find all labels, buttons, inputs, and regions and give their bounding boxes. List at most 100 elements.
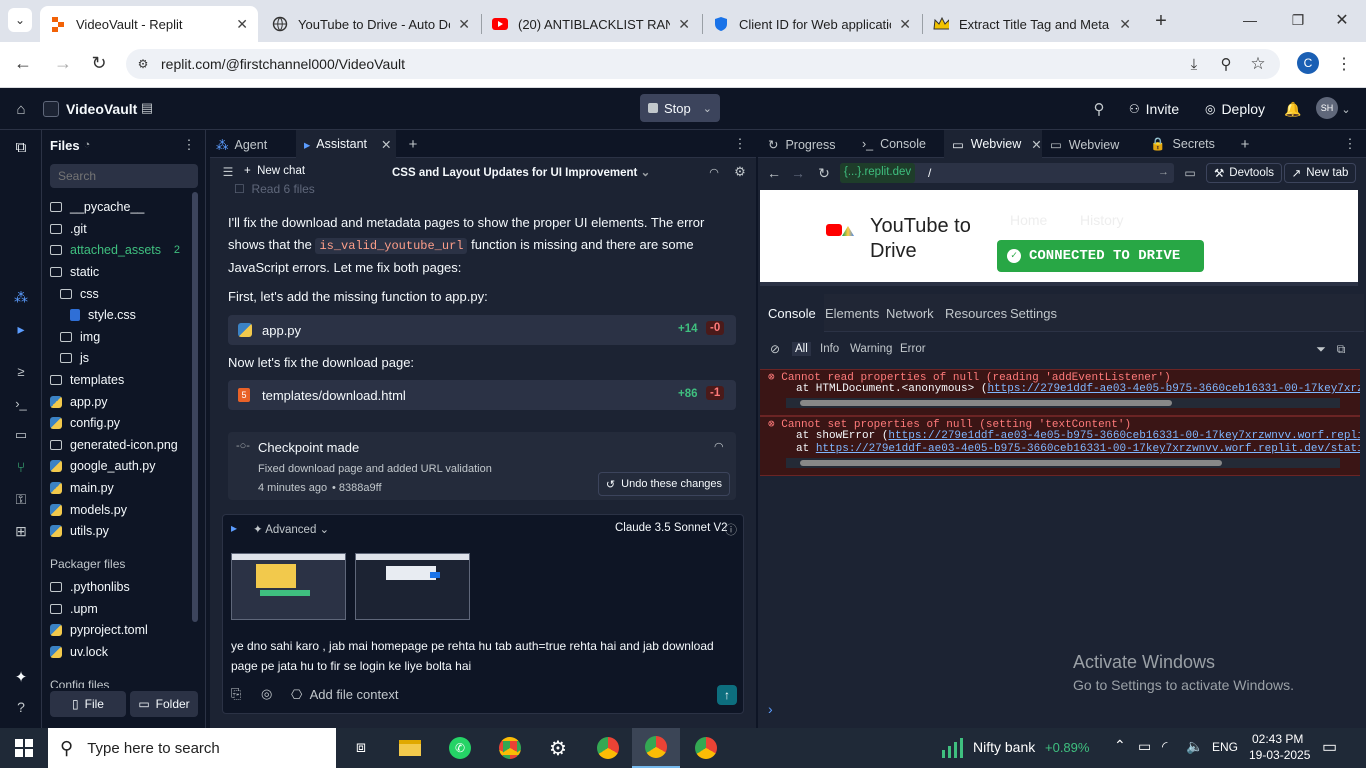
speed-icon[interactable]: ◠ <box>706 164 722 180</box>
close-tab-icon[interactable]: ✕ <box>899 16 911 33</box>
advanced-toggle[interactable]: ✦ Advanced ⌄ <box>253 522 329 536</box>
send-button[interactable]: ↑ <box>717 685 737 705</box>
clock-date[interactable]: 19-03-2025 <box>1249 748 1310 762</box>
pane-menu-icon[interactable]: ⋮ <box>732 135 748 153</box>
filter-error[interactable]: Error <box>900 343 926 355</box>
home-icon[interactable]: ⌂ <box>10 98 32 120</box>
notifications-icon[interactable]: ▭ <box>1322 737 1337 757</box>
install-app-icon[interactable]: ⤓ <box>1182 52 1206 76</box>
devtools-tab-network[interactable]: Network <box>886 294 934 332</box>
tab-console[interactable]: ›_ Console <box>862 137 926 151</box>
assistant-tool-icon[interactable]: ▸ <box>10 318 32 340</box>
file-tree-item[interactable]: app.py <box>50 392 108 412</box>
new-file-button[interactable]: ▯ File <box>50 691 126 717</box>
read-files-row[interactable]: ☐ Read 6 files <box>234 182 315 194</box>
zoom-icon[interactable]: ⚲ <box>1214 52 1238 76</box>
close-tab-icon[interactable]: ✕ <box>678 16 690 33</box>
new-chat-button[interactable]: + New chat <box>244 165 305 177</box>
chrome-profile-icon[interactable] <box>682 728 730 768</box>
bookmark-star-icon[interactable]: ☆ <box>1246 52 1270 76</box>
git-tool-icon[interactable]: ⑂ <box>10 456 32 478</box>
info-icon[interactable]: ⓘ <box>725 521 737 538</box>
user-avatar[interactable]: SH <box>1316 97 1338 119</box>
tab-progress[interactable]: ↻ Progress <box>768 137 835 152</box>
history-icon[interactable]: ◔ <box>80 138 94 152</box>
tab-agent[interactable]: ⁂ Agent <box>216 137 267 153</box>
browser-tab-youtube-drive[interactable]: YouTube to Drive - Auto Dow ✕ <box>262 6 480 42</box>
filter-all[interactable]: All <box>792 342 811 356</box>
tab-webview-active[interactable]: ▭ Webview ✕ <box>944 130 1042 158</box>
browser-tab-youtube[interactable]: (20) ANTIBLACKLIST RANK W ✕ <box>482 6 700 42</box>
chat-title[interactable]: CSS and Layout Updates for UI Improvemen… <box>392 165 650 179</box>
settings-gear-icon[interactable]: ⚙ <box>534 728 582 768</box>
undo-changes-button[interactable]: ↺ Undo these changes <box>598 472 730 496</box>
settings-gear-icon[interactable]: ⚙ <box>732 163 748 181</box>
console-tool-icon[interactable]: ≥ <box>10 360 32 382</box>
forward-icon[interactable]: → <box>790 163 806 183</box>
minimize-icon[interactable]: — <box>1230 6 1270 34</box>
help-icon[interactable]: ? <box>10 696 32 718</box>
filter-info[interactable]: Info <box>820 343 839 355</box>
network-icon[interactable]: ◜ <box>1162 738 1167 755</box>
deploy-button[interactable]: ◎ Deploy <box>1198 95 1272 123</box>
add-tab-icon[interactable]: + <box>1236 135 1254 153</box>
file-tree-item[interactable]: google_auth.py <box>50 456 156 476</box>
filter-warning[interactable]: Warning <box>850 343 892 355</box>
file-tree-item[interactable]: js <box>60 348 89 368</box>
filter-funnel-icon[interactable]: ⏷ <box>1314 341 1328 357</box>
chrome-profile-icon[interactable] <box>486 728 534 768</box>
new-tab-icon[interactable]: + <box>1148 8 1174 34</box>
model-selector[interactable]: Claude 3.5 Sonnet V2 <box>615 522 728 534</box>
copy-icon[interactable]: ⧉ <box>1334 341 1348 357</box>
chat-input[interactable]: ye dno sahi karo , jab mai homepage pe r… <box>231 636 731 676</box>
devtools-tab-console[interactable]: Console <box>760 294 824 332</box>
file-tree-item[interactable]: .upm <box>50 599 98 619</box>
taskbar-search[interactable]: ⚲ Type here to search <box>48 728 336 768</box>
tab-webview[interactable]: ▭ Webview <box>1050 137 1119 152</box>
tab-secrets[interactable]: 🔒 Secrets <box>1150 137 1215 152</box>
files-menu-icon[interactable]: ⋮ <box>182 136 196 154</box>
address-bar[interactable]: ⚙ replit.com/@firstchannel000/VideoVault <box>126 49 1280 79</box>
devtools-tab-elements[interactable]: Elements <box>825 294 879 332</box>
chrome-menu-icon[interactable]: ⋮ <box>1334 52 1354 76</box>
tab-assistant[interactable]: ▸ Assistant ✕ <box>296 130 396 158</box>
forward-icon[interactable]: → <box>50 50 76 76</box>
search-icon[interactable]: ⚲ <box>1088 98 1110 120</box>
go-arrow-icon[interactable]: → <box>1158 166 1169 178</box>
devtools-tab-settings[interactable]: Settings <box>1010 294 1057 332</box>
file-tree-item[interactable]: .git <box>50 219 87 239</box>
reload-icon[interactable]: ↻ <box>86 50 112 76</box>
files-search-input[interactable] <box>50 164 198 188</box>
webview-url-bar[interactable]: {...}.replit.dev / → <box>840 163 1174 183</box>
add-file-context-button[interactable]: ⎔ Add file context <box>291 687 398 703</box>
stock-name[interactable]: Nifty bank <box>973 739 1035 755</box>
attached-screenshot-thumbnail[interactable] <box>231 553 346 620</box>
close-tab-icon[interactable]: ✕ <box>236 16 248 33</box>
clock-time[interactable]: 02:43 PM <box>1252 732 1303 746</box>
attached-screenshot-thumbnail[interactable] <box>355 553 470 620</box>
clear-console-icon[interactable]: ⊘ <box>768 342 782 356</box>
file-change-card[interactable]: app.py +14 -0 <box>228 315 736 345</box>
restore-icon[interactable]: ❐ <box>1278 6 1318 34</box>
project-name[interactable]: VideoVault <box>66 101 137 117</box>
close-tab-icon[interactable]: ✕ <box>1119 16 1131 33</box>
close-tab-icon[interactable]: ✕ <box>1031 137 1041 152</box>
show-hidden-icons[interactable]: ⌃ <box>1114 737 1126 754</box>
browser-tab-extract-title[interactable]: Extract Title Tag and Meta De ✕ <box>923 6 1141 42</box>
stack-trace-link[interactable]: https://279e1ddf-ae03-4e05-b975-3660ceb1… <box>987 383 1360 395</box>
file-tree-item[interactable]: .pythonlibs <box>50 577 130 597</box>
file-tree-item[interactable]: css <box>60 284 99 304</box>
profile-avatar[interactable]: C <box>1297 52 1319 74</box>
back-icon[interactable]: ← <box>10 50 36 76</box>
secrets-tool-icon[interactable]: ⚿ <box>10 488 32 510</box>
files-scrollbar[interactable] <box>192 192 198 622</box>
devtools-tab-resources[interactable]: Resources <box>945 294 1007 332</box>
close-window-icon[interactable]: ✕ <box>1322 6 1362 34</box>
file-explorer-icon[interactable] <box>386 728 434 768</box>
agent-tool-icon[interactable]: ⁂ <box>10 286 32 308</box>
shell-tool-icon[interactable]: ›_ <box>10 392 32 414</box>
file-tree-item[interactable]: generated-icon.png <box>50 435 178 455</box>
project-info-icon[interactable]: ▤ <box>138 99 156 117</box>
pane-menu-icon[interactable]: ⋮ <box>1342 135 1358 153</box>
speed-icon[interactable]: ◠ <box>714 440 724 453</box>
